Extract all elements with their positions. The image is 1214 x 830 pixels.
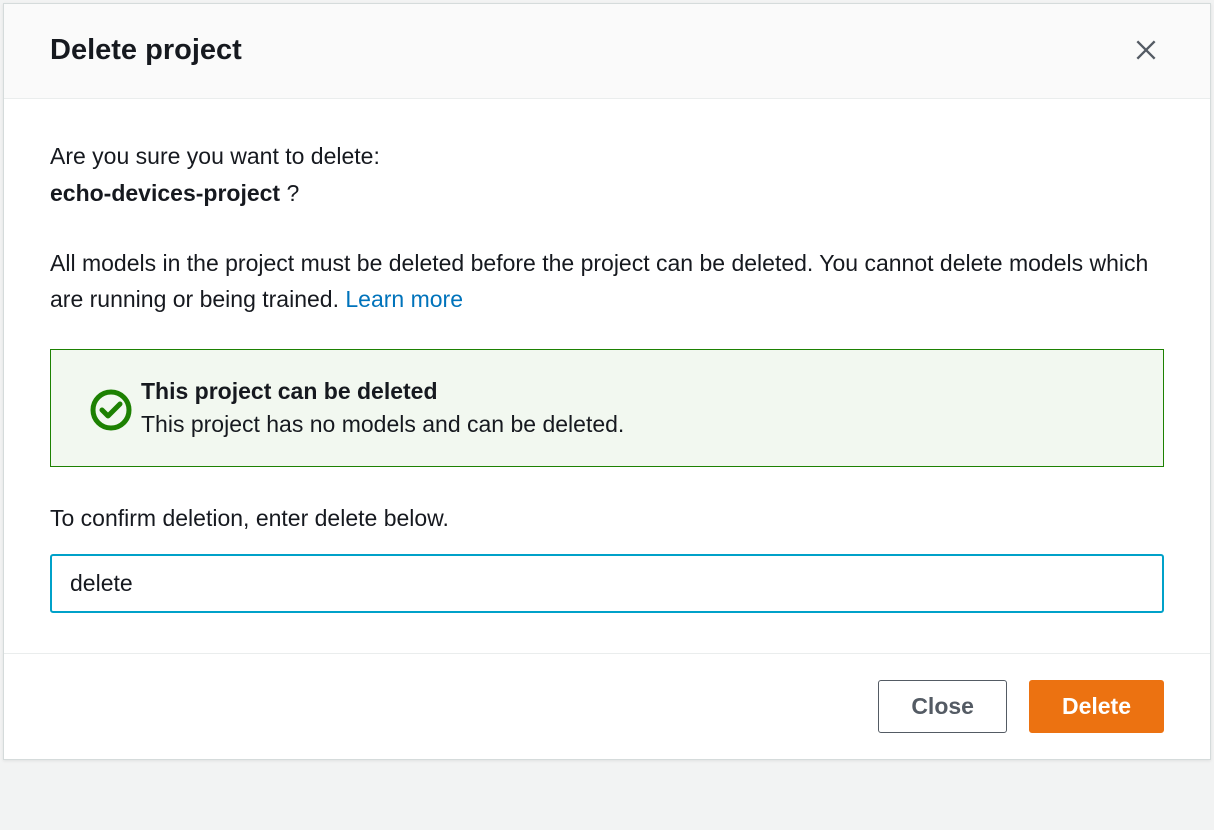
warning-text-body: All models in the project must be delete… [50,250,1148,312]
modal-title: Delete project [50,34,242,67]
close-icon[interactable] [1128,32,1164,68]
status-success-box: This project can be deleted This project… [50,349,1164,467]
modal-body: Are you sure you want to delete: echo-de… [4,99,1210,653]
confirm-delete-input[interactable] [50,554,1164,613]
project-name: echo-devices-project [50,180,280,206]
status-title: This project can be deleted [141,378,1135,405]
warning-text: All models in the project must be delete… [50,246,1164,317]
learn-more-link[interactable]: Learn more [345,286,463,312]
delete-project-modal: Delete project Are you sure you want to … [3,3,1211,760]
delete-button[interactable]: Delete [1029,680,1164,733]
modal-header: Delete project [4,4,1210,99]
project-name-line: echo-devices-project ? [50,176,1164,211]
close-button[interactable]: Close [878,680,1007,733]
status-description: This project has no models and can be de… [141,411,1135,438]
confirm-question: Are you sure you want to delete: [50,139,1164,174]
question-suffix: ? [286,180,299,206]
confirm-input-label: To confirm deletion, enter delete below. [50,505,1164,532]
success-check-icon [89,388,133,437]
background-obscured-row [0,790,1214,830]
modal-footer: Close Delete [4,653,1210,759]
